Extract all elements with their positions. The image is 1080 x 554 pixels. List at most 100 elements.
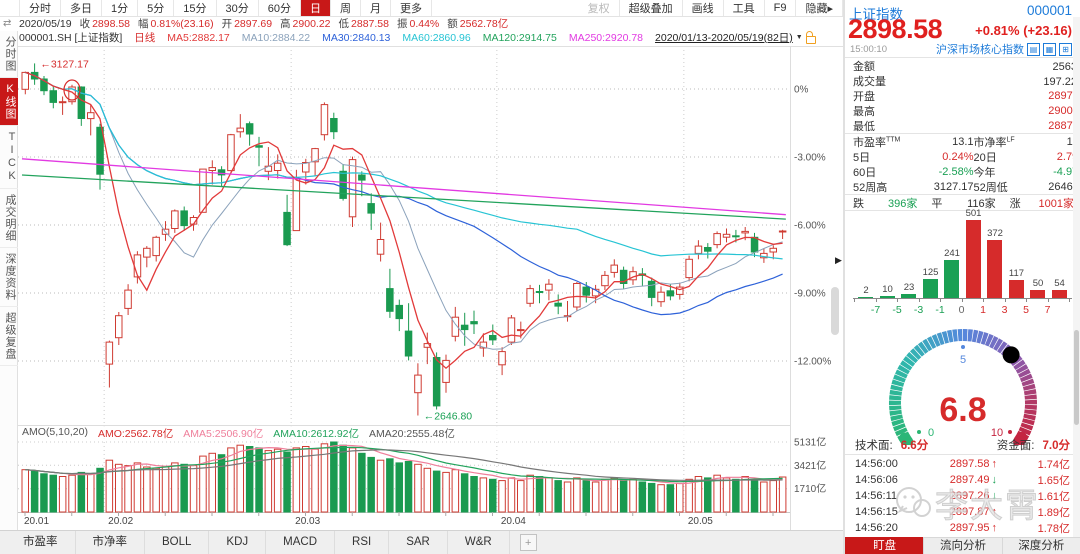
ma-value: MA30:2840.13 [322,32,390,44]
panel-collapse-icon[interactable]: ▶ [835,255,842,266]
stat-label: 开盘 [853,88,875,104]
sidebar-item-超级复盘[interactable]: 超级复盘 [0,307,18,366]
dist-axis-label: 7 [1039,304,1057,316]
kline-chart[interactable]: 0%-3.00%-6.00%-9.00%-12.00%5131亿3421亿171… [18,46,843,530]
tick-amount: 1.89亿 [1038,504,1070,520]
amo-value: AMA5:2506.90亿 [183,426,263,439]
toolbar-button-画线[interactable]: 画线 [683,0,724,16]
indicator-tab-市净率[interactable]: 市净率 [76,531,146,554]
sync-icon[interactable]: ⇄ [3,18,11,29]
kline-svg[interactable]: 0%-3.00%-6.00%-9.00%-12.00%5131亿3421亿171… [18,46,843,530]
indicator-tab-MACD[interactable]: MACD [266,531,335,554]
dist-bar-value: 2 [855,285,877,296]
svg-text:20.01: 20.01 [24,516,49,527]
sidebar-item-深度资料[interactable]: 深度资料 [0,248,18,307]
dist-axis-tick [854,298,855,302]
breadth-label: 涨 [1010,195,1021,211]
stat-row-最高: 最高2900.22 [845,103,1080,118]
svg-text:20.03: 20.03 [295,516,320,527]
tick-trade-list: 14:56:002897.58↑1.74亿14:56:062897.49↓1.6… [845,456,1080,537]
panel-tab-深度分析[interactable]: 深度分析 [1002,537,1080,554]
indicator-tab-BOLL[interactable]: BOLL [145,531,209,554]
svg-text:1710亿: 1710亿 [794,482,826,495]
panel-scrollbar-thumb[interactable] [1074,330,1079,425]
dist-axis-tick [1026,298,1027,302]
sidebar-item-K线图[interactable]: K线图 [0,78,18,126]
toolbar-button-15分[interactable]: 15分 [174,0,216,16]
toolbar-button-复权[interactable]: 复权 [579,0,620,16]
index-change: +0.81% (+23.16) [975,23,1072,38]
dist-bar-value: 50 [1027,278,1049,289]
stat-label: 52周低 [974,179,1024,195]
toolbar-button-多日[interactable]: 多日 [61,0,102,16]
index-category-link[interactable]: 沪深市场核心指数▤▦⊞ [936,41,1072,57]
index-link-text[interactable]: 沪深市场核心指数 [936,41,1024,57]
fund-score-label: 资金面: [997,437,1035,453]
indicator-tab-RSI[interactable]: RSI [335,531,389,554]
toolbar-button-工具[interactable]: 工具 [724,0,765,16]
toolbar-button-F9[interactable]: F9 [765,0,797,16]
toolbar-button-30分[interactable]: 30分 [217,0,259,16]
toolbar-button-分时[interactable]: 分时 [19,0,61,16]
field-value: 2900.22 [293,18,331,30]
stat-label: 金额 [853,58,875,74]
toolbar-button-更多[interactable]: 更多 [391,0,432,16]
amo-indicator-bar: AMO(5,10,20)AMO:2562.78亿AMA5:2506.90亿AMA… [22,426,722,439]
dist-axis-label: 1 [974,304,992,316]
breadth-label: 平 [931,195,942,211]
indicator-tab-W&R[interactable]: W&R [448,531,510,554]
date-range-selector[interactable]: 2020/01/13-2020/05/19(82日)▼ [655,30,816,45]
add-grid-icon[interactable]: ⊞ [1059,43,1072,56]
period-label: 日线 [134,30,155,45]
dist-axis-tick [897,298,898,302]
indicator-tab-SAR[interactable]: SAR [389,531,448,554]
sidebar-item-TICK[interactable]: TICK [0,126,18,189]
dist-bar-value: 23 [898,282,920,293]
toolbar-button-60分[interactable]: 60分 [259,0,301,16]
dist-axis-tick [962,298,963,302]
indicator-tab-市盈率[interactable]: 市盈率 [6,531,76,554]
dist-bar [987,240,1002,298]
divider [845,454,1080,455]
sidebar-item-成交明细[interactable]: 成交明细 [0,189,18,248]
chart-scrollbar-thumb[interactable] [831,287,839,335]
panel-scrollbar-track[interactable] [1073,17,1080,537]
dist-axis-tick [1069,298,1070,302]
index-code: 000001 [1027,3,1072,18]
top-toolbar: 分时多日1分5分15分30分60分日周月更多 复权超级叠加画线工具F9隐藏▸ [0,0,843,17]
dist-axis-tick [919,298,920,302]
add-indicator-button[interactable]: + [520,534,537,551]
amo-value: AMO:2562.78亿 [98,426,173,439]
toolbar-button-隐藏[interactable]: 隐藏▸ [796,0,843,16]
tick-amount: 1.61亿 [1038,488,1070,504]
quote-panel: 上证指数 000001 2898.58 +0.81% (+23.16) 15:0… [845,0,1080,554]
toolbar-button-5分[interactable]: 5分 [138,0,174,16]
breadth-value: 396家 [888,195,931,211]
indicator-tab-KDJ[interactable]: KDJ [209,531,266,554]
stat-pair-row: 市盈率TTM13.1市净率LF1.28 [845,134,1080,149]
field-label: 低 [339,17,350,30]
toolbar-button-超级叠加[interactable]: 超级叠加 [620,0,683,16]
unlock-icon[interactable] [806,36,816,44]
sidebar-item-分时图[interactable]: 分时图 [0,31,18,78]
grid-icon[interactable]: ▦ [1043,43,1056,56]
dist-axis-label: -5 [888,304,906,316]
field-value: 0.81%(23.16) [151,18,214,30]
fund-score-value: 7.0分 [1043,437,1071,453]
stats-block: 金额2563亿成交量197.22亿开盘2897.69最高2900.22最低288… [845,58,1080,211]
ma-info-bar: 000001.SH [上证指数]日线MA5:2882.17MA10:2884.2… [19,30,843,45]
tick-price: 2897.26↓ [919,490,997,502]
toolbar-button-周[interactable]: 周 [331,0,361,16]
dist-axis [853,298,1072,299]
toolbar-button-日[interactable]: 日 [301,0,331,16]
panel-tab-流向分析[interactable]: 流向分析 [923,537,1001,554]
toolbar-button-月[interactable]: 月 [361,0,391,16]
toolbar-button-1分[interactable]: 1分 [102,0,138,16]
svg-text:20.04: 20.04 [501,516,526,527]
tick-time: 14:56:20 [855,522,919,534]
tick-price: 2897.49↓ [919,474,997,486]
panel-tab-盯盘[interactable]: 盯盘 [845,537,923,554]
list-icon[interactable]: ▤ [1027,43,1040,56]
svg-text:5: 5 [960,354,966,366]
dist-axis-label: -3 [910,304,928,316]
